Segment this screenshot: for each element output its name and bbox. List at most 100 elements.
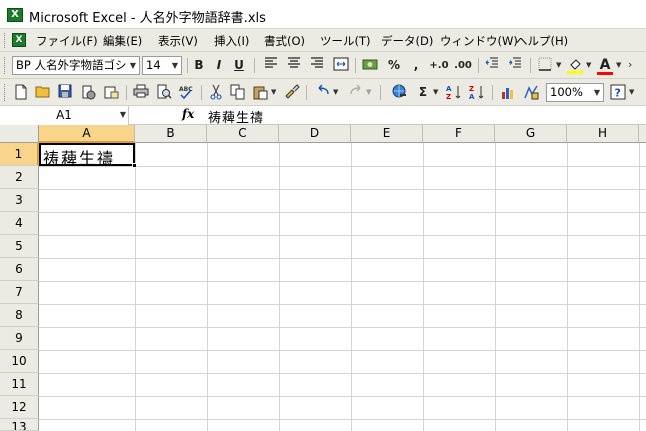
hyperlink-button[interactable]	[390, 84, 408, 101]
toolbar-grip[interactable]	[4, 57, 7, 74]
grid-line	[495, 143, 496, 431]
menu-data[interactable]: データ(D)	[381, 33, 433, 49]
italic-button[interactable]: I	[210, 57, 228, 74]
chevron-down-icon[interactable]: ▼	[333, 88, 338, 96]
formula-input[interactable]: 祷薭生禱	[208, 107, 264, 126]
column-header-b[interactable]: B	[135, 125, 207, 143]
undo-button[interactable]	[314, 84, 332, 101]
align-center-button[interactable]	[285, 57, 303, 74]
row-header-2[interactable]: 2	[0, 166, 39, 189]
chart-wizard-button[interactable]	[499, 84, 517, 101]
spelling-button[interactable]: ABC	[177, 84, 195, 101]
row-header-4[interactable]: 4	[0, 212, 39, 235]
comma-button[interactable]: ,	[407, 57, 425, 74]
print-preview-button[interactable]	[155, 84, 173, 101]
chevron-down-icon[interactable]: ▼	[556, 61, 561, 69]
column-header-partial[interactable]	[639, 125, 646, 143]
row-header-7[interactable]: 7	[0, 281, 39, 304]
cut-button[interactable]	[207, 84, 225, 101]
chevron-down-icon[interactable]: ▼	[591, 84, 603, 101]
redo-button[interactable]	[347, 84, 365, 101]
chevron-down-icon[interactable]: ▼	[127, 57, 139, 74]
help-button[interactable]: ?	[609, 84, 627, 101]
chevron-down-icon[interactable]: ▼	[433, 88, 438, 96]
column-header-a[interactable]: A	[39, 125, 135, 143]
increase-indent-button[interactable]	[506, 57, 524, 74]
toolbar-options-icon[interactable]: ›	[628, 58, 632, 71]
menu-help[interactable]: ヘルプ(H)	[516, 33, 568, 49]
font-size-combo[interactable]: 14 ▼	[142, 56, 182, 75]
menu-window[interactable]: ウィンドウ(W)	[440, 33, 518, 49]
row-header-3[interactable]: 3	[0, 189, 39, 212]
font-color-button[interactable]: A	[596, 57, 614, 75]
row-header-5[interactable]: 5	[0, 235, 39, 258]
worksheet-grid[interactable]: A B C D E F G H 1 2 3 4 5 6 7 8 9 10 11 …	[0, 125, 646, 431]
row-header-12[interactable]: 12	[0, 396, 39, 419]
row-header-6[interactable]: 6	[0, 258, 39, 281]
menubar-grip[interactable]	[4, 33, 7, 48]
name-box[interactable]: A1 ▼	[0, 106, 129, 125]
font-name-combo[interactable]: BP 人名外字物語ゴシ ▼	[12, 56, 140, 75]
permission-button[interactable]	[79, 84, 97, 101]
decrease-decimal-button[interactable]: .00	[452, 57, 474, 74]
copy-button[interactable]	[229, 84, 247, 101]
menu-format[interactable]: 書式(O)	[264, 33, 305, 49]
insert-function-button[interactable]: fx	[182, 107, 194, 121]
open-button[interactable]	[34, 84, 52, 101]
column-header-e[interactable]: E	[351, 125, 423, 143]
underline-button[interactable]: U	[230, 57, 248, 74]
excel-doc-icon[interactable]: X	[12, 33, 26, 47]
excel-icon[interactable]: X	[7, 8, 23, 22]
drawing-button[interactable]	[522, 84, 540, 101]
menu-file[interactable]: ファイル(F)	[36, 33, 98, 49]
menu-edit[interactable]: 編集(E)	[103, 33, 142, 49]
merge-center-button[interactable]	[332, 57, 350, 74]
sort-ascending-button[interactable]: AZ	[445, 84, 463, 101]
paste-button[interactable]	[251, 84, 269, 101]
currency-button[interactable]	[361, 57, 379, 74]
font-color-swatch	[597, 72, 613, 75]
row-header-13[interactable]: 13	[0, 419, 39, 431]
save-button[interactable]	[56, 84, 74, 101]
fill-handle[interactable]	[132, 163, 137, 168]
borders-button[interactable]	[536, 57, 554, 74]
autosum-button[interactable]: Σ	[414, 84, 432, 101]
chevron-down-icon[interactable]: ▼	[616, 61, 621, 69]
print-button[interactable]	[132, 84, 150, 101]
toolbar-grip[interactable]	[4, 84, 7, 101]
zoom-combo[interactable]: 100% ▼	[546, 83, 604, 102]
increase-decimal-button[interactable]: +.0	[428, 57, 450, 74]
menu-view[interactable]: 表示(V)	[158, 33, 198, 49]
format-painter-button[interactable]	[283, 84, 301, 101]
chevron-down-icon[interactable]: ▼	[120, 106, 126, 124]
column-header-f[interactable]: F	[423, 125, 495, 143]
menu-tools[interactable]: ツール(T)	[320, 33, 371, 49]
select-all-button[interactable]	[0, 125, 39, 143]
sort-descending-button[interactable]: ZA	[468, 84, 486, 101]
row-header-10[interactable]: 10	[0, 350, 39, 373]
decrease-indent-button[interactable]	[483, 57, 501, 74]
column-header-c[interactable]: C	[207, 125, 279, 143]
chevron-down-icon[interactable]: ▼	[169, 57, 181, 74]
row-header-11[interactable]: 11	[0, 373, 39, 396]
chevron-down-icon[interactable]: ▼	[586, 61, 591, 69]
column-header-g[interactable]: G	[495, 125, 567, 143]
fill-color-button[interactable]	[566, 57, 584, 74]
align-left-button[interactable]	[262, 57, 280, 74]
row-header-1[interactable]: 1	[0, 143, 39, 166]
menu-insert[interactable]: 挿入(I)	[214, 33, 249, 49]
align-right-button[interactable]	[308, 57, 326, 74]
bold-button[interactable]: B	[190, 57, 208, 74]
row-header-8[interactable]: 8	[0, 304, 39, 327]
chevron-down-icon[interactable]: ▼	[629, 88, 634, 96]
row-header-9[interactable]: 9	[0, 327, 39, 350]
chevron-down-icon[interactable]: ▼	[271, 88, 276, 96]
column-header-d[interactable]: D	[279, 125, 351, 143]
separator	[478, 58, 479, 73]
active-cell-border[interactable]	[39, 143, 137, 168]
column-header-h[interactable]: H	[567, 125, 639, 143]
percent-button[interactable]: %	[385, 57, 403, 74]
chevron-down-icon[interactable]: ▼	[366, 88, 371, 96]
new-button[interactable]	[12, 84, 30, 101]
email-button[interactable]	[102, 84, 120, 101]
